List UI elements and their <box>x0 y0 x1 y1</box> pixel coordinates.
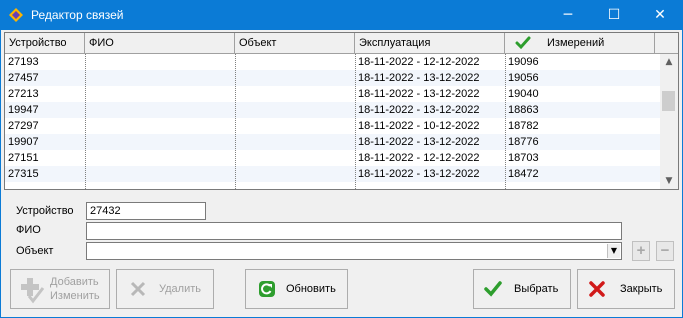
check-icon <box>515 36 531 50</box>
cell-measurements: 19056 <box>508 72 539 84</box>
scroll-thumb[interactable] <box>662 91 675 111</box>
select-button[interactable]: Выбрать <box>473 269 571 309</box>
minimize-button[interactable]: ─ <box>545 0 591 30</box>
column-divider <box>355 54 356 189</box>
cell-measurements: 18776 <box>508 136 539 148</box>
delete-button[interactable]: Удалить <box>116 269 214 309</box>
header-corner <box>660 33 678 54</box>
column-divider <box>505 54 506 189</box>
scroll-up-icon[interactable]: ▲ <box>660 54 678 70</box>
table-row[interactable]: 19947 18-11-2022 - 13-12-2022 18863 <box>5 102 660 118</box>
window-title: Редактор связей <box>31 8 124 22</box>
maximize-button[interactable]: ☐ <box>591 0 637 30</box>
plus-icon <box>21 278 45 304</box>
object-select[interactable]: ▼ <box>86 242 622 260</box>
table-row[interactable]: 27151 18-11-2022 - 12-12-2022 18703 <box>5 150 660 166</box>
table-body: 27193 18-11-2022 - 12-12-2022 19096 2745… <box>5 54 660 189</box>
cell-measurements: 18863 <box>508 104 539 116</box>
check-icon <box>484 281 502 297</box>
cell-exploitation: 18-11-2022 - 13-12-2022 <box>358 104 480 116</box>
close-window-button[interactable]: ✕ <box>637 0 683 30</box>
table-row[interactable]: 27193 18-11-2022 - 12-12-2022 19096 <box>5 54 660 70</box>
cell-exploitation: 18-11-2022 - 10-12-2022 <box>358 120 480 132</box>
cell-exploitation: 18-11-2022 - 13-12-2022 <box>358 136 480 148</box>
cell-device: 27151 <box>8 152 39 164</box>
cell-device: 19947 <box>8 104 39 116</box>
cell-device: 27193 <box>8 56 39 68</box>
add-edit-button[interactable]: Добавить Изменить <box>10 269 110 309</box>
table-row[interactable]: 27315 18-11-2022 - 13-12-2022 18472 <box>5 166 660 182</box>
app-icon <box>9 8 23 22</box>
scroll-down-icon[interactable]: ▼ <box>660 173 678 189</box>
table-row[interactable]: 27213 18-11-2022 - 13-12-2022 19040 <box>5 86 660 102</box>
cell-device: 27315 <box>8 168 39 180</box>
table-row[interactable]: 19907 18-11-2022 - 13-12-2022 18776 <box>5 134 660 150</box>
cell-measurements: 19040 <box>508 88 539 100</box>
column-divider <box>235 54 236 189</box>
device-label: Устройство <box>16 205 74 217</box>
cell-exploitation: 18-11-2022 - 13-12-2022 <box>358 72 480 84</box>
table-row[interactable]: 27297 18-11-2022 - 10-12-2022 18782 <box>5 118 660 134</box>
cell-exploitation: 18-11-2022 - 12-12-2022 <box>358 152 480 164</box>
add-label: Добавить <box>50 276 99 288</box>
cell-exploitation: 18-11-2022 - 12-12-2022 <box>358 56 480 68</box>
cell-measurements: 19096 <box>508 56 539 68</box>
chevron-down-icon[interactable]: ▼ <box>607 244 620 258</box>
cell-device: 27297 <box>8 120 39 132</box>
refresh-button[interactable]: Обновить <box>245 269 348 309</box>
column-header-measurements-label: Измерений <box>547 37 605 49</box>
column-header-device[interactable]: Устройство <box>5 33 85 53</box>
cell-device: 19907 <box>8 136 39 148</box>
edit-label: Изменить <box>50 290 100 302</box>
refresh-label: Обновить <box>286 283 336 295</box>
fio-label: ФИО <box>16 224 41 236</box>
cell-measurements: 18472 <box>508 168 539 180</box>
column-header-measurements[interactable]: Измерений <box>505 33 655 53</box>
cell-measurements: 18703 <box>508 152 539 164</box>
table-row[interactable]: 27457 18-11-2022 - 13-12-2022 19056 <box>5 70 660 86</box>
title-bar: Редактор связей ─ ☐ ✕ <box>0 0 683 30</box>
column-header-fio[interactable]: ФИО <box>85 33 235 53</box>
table-header: Устройство ФИО Объект Эксплуатация Измер… <box>5 33 660 54</box>
delete-label: Удалить <box>159 283 201 295</box>
close-label: Закрыть <box>620 283 663 295</box>
plus-icon[interactable]: + <box>632 241 650 261</box>
device-input[interactable]: 27432 <box>86 202 206 220</box>
cell-exploitation: 18-11-2022 - 13-12-2022 <box>358 168 480 180</box>
column-divider <box>85 54 86 189</box>
column-header-object[interactable]: Объект <box>235 33 355 53</box>
cell-exploitation: 18-11-2022 - 13-12-2022 <box>358 88 480 100</box>
close-button[interactable]: Закрыть <box>577 269 675 309</box>
object-label: Объект <box>16 245 54 257</box>
select-label: Выбрать <box>514 283 559 295</box>
cell-device: 27457 <box>8 72 39 84</box>
close-x-icon <box>589 281 605 297</box>
minus-icon[interactable]: − <box>656 241 674 261</box>
vertical-scrollbar[interactable]: ▲ ▼ <box>660 54 678 189</box>
cell-device: 27213 <box>8 88 39 100</box>
refresh-icon <box>259 281 275 297</box>
fio-input[interactable] <box>86 222 622 240</box>
links-table[interactable]: Устройство ФИО Объект Эксплуатация Измер… <box>4 32 679 190</box>
column-header-exploitation[interactable]: Эксплуатация <box>355 33 505 53</box>
delete-x-icon <box>130 281 146 297</box>
cell-measurements: 18782 <box>508 120 539 132</box>
